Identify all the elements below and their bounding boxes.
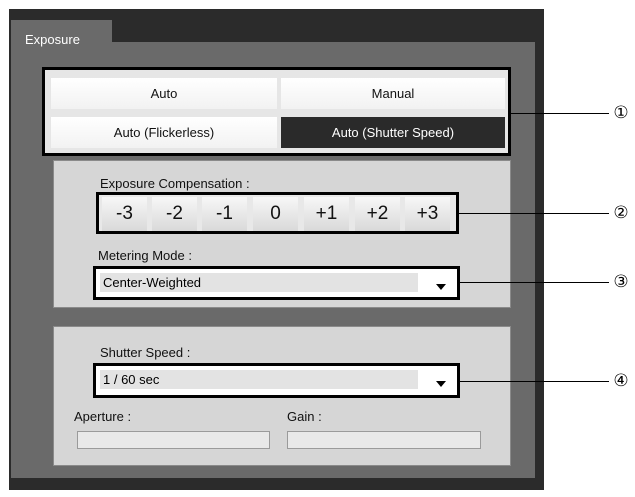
callout-leader-line [511,113,609,114]
compensation-button[interactable]: -3 [102,197,147,231]
callout-marker-4: ④ [613,371,629,390]
metering-mode-label: Metering Mode : [98,248,192,263]
exposure-compensation-buttons: -3 -2 -1 0 +1 +2 +3 [96,192,459,234]
aperture-label: Aperture : [74,409,132,424]
exposure-compensation-label: Exposure Compensation : [100,176,250,191]
chevron-down-icon[interactable] [436,381,446,387]
mode-auto-button[interactable]: Auto [51,78,277,109]
aperture-field [77,431,270,449]
callout-leader-line [460,282,609,283]
compensation-button[interactable]: -1 [202,197,247,231]
shutter-speed-label: Shutter Speed : [100,345,191,360]
compensation-button[interactable]: +2 [355,197,400,231]
callout-leader-line [460,381,609,382]
mode-auto-flickerless-button[interactable]: Auto (Flickerless) [51,117,277,148]
chevron-down-icon[interactable] [436,284,446,290]
mode-auto-shutter-speed-button[interactable]: Auto (Shutter Speed) [281,117,505,148]
shutter-speed-value: 1 / 60 sec [100,370,418,389]
callout-marker-3: ③ [613,272,629,291]
callout-marker-1: ① [613,103,629,122]
compensation-button[interactable]: -2 [152,197,197,231]
compensation-button[interactable]: +1 [304,197,349,231]
compensation-button[interactable]: 0 [253,197,298,231]
metering-mode-value: Center-Weighted [100,273,418,292]
gain-label: Gain : [287,409,322,424]
callout-leader-line [459,213,609,214]
mode-selector: Auto Manual Auto (Flickerless) Auto (Shu… [42,67,511,156]
mode-manual-button[interactable]: Manual [281,78,505,109]
tab-exposure[interactable]: Exposure [11,20,112,58]
gain-field [287,431,481,449]
compensation-button[interactable]: +3 [405,197,450,231]
shutter-speed-dropdown[interactable]: 1 / 60 sec [93,363,460,398]
callout-marker-2: ② [613,203,629,222]
metering-mode-dropdown[interactable]: Center-Weighted [93,266,460,300]
